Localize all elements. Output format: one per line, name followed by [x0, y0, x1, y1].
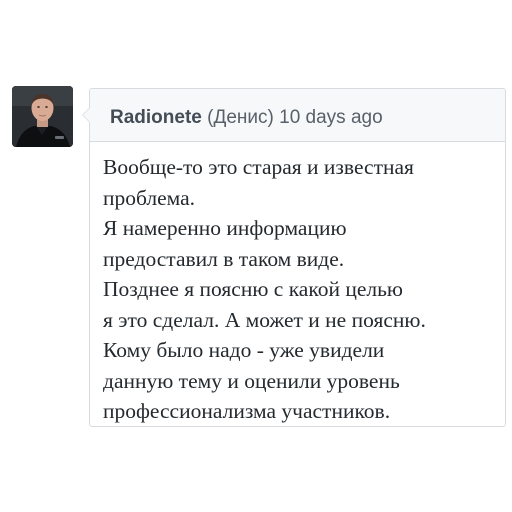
comment-bubble: Radionete (Денис) 10 days ago Вообще-то … [82, 88, 506, 427]
avatar[interactable] [12, 86, 73, 147]
comment-line: данную тему и оценили уровень [103, 368, 400, 393]
bubble-arrow-fill [83, 108, 90, 122]
author-link[interactable]: Radionete [110, 107, 202, 128]
comment-line: Я намеренно информацию [103, 216, 347, 240]
author-display-name: (Денис) [207, 107, 274, 128]
comment-line: профессионализма участников. [103, 399, 391, 423]
comment-line: Позднее я поясню с какой целью [103, 277, 403, 301]
comment-line: Вообще-то это старая и известная [103, 155, 414, 179]
comment-line: предоставил в таком виде. [103, 246, 345, 271]
user-avatar-icon [12, 86, 73, 147]
comment-line: проблема. [103, 185, 196, 210]
comment-timestamp[interactable]: 10 days ago [279, 107, 383, 128]
comment-header: Radionete (Денис) 10 days ago [90, 89, 505, 142]
comment-line: я это сделал. А может и не поясню. [103, 307, 426, 332]
comment-body: Вообще-то это старая и известная проблем… [90, 142, 505, 427]
comment-line: Кому было надо - уже увидели [103, 338, 385, 362]
